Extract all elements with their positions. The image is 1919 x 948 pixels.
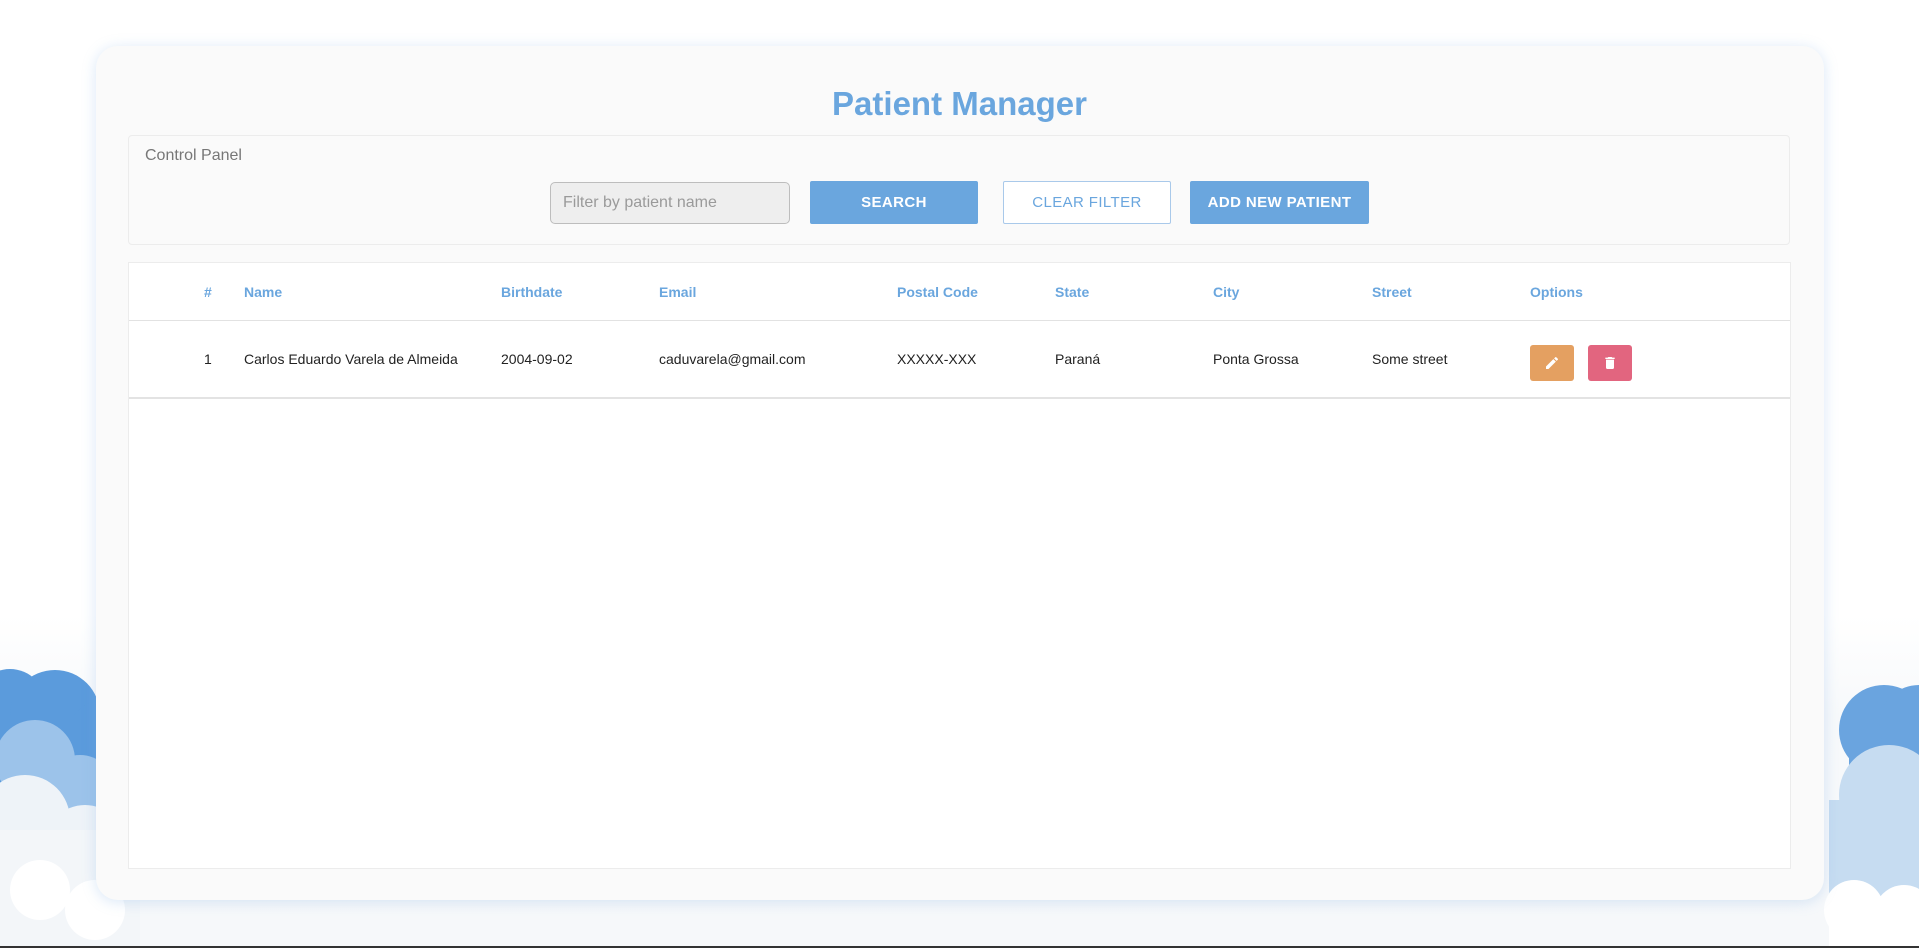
column-header-state: State xyxy=(1055,263,1213,321)
trash-icon xyxy=(1605,357,1615,369)
patients-table: # Name Birthdate Email Postal Code State… xyxy=(129,263,1790,399)
cell-state: Paraná xyxy=(1055,320,1213,399)
header-spacer xyxy=(129,263,204,321)
column-header-street: Street xyxy=(1372,263,1530,321)
cell-city: Ponta Grossa xyxy=(1213,320,1372,399)
column-header-index: # xyxy=(204,263,244,321)
column-header-options: Options xyxy=(1530,263,1790,321)
row-spacer xyxy=(129,320,204,399)
column-header-postal-code: Postal Code xyxy=(897,263,1055,321)
cell-birthdate: 2004-09-02 xyxy=(501,320,659,399)
cell-index: 1 xyxy=(204,320,244,399)
add-new-patient-button[interactable]: ADD NEW PATIENT xyxy=(1190,181,1369,224)
search-button[interactable]: SEARCH xyxy=(810,181,978,224)
cell-name: Carlos Eduardo Varela de Almeida xyxy=(244,320,501,399)
table-row: 1 Carlos Eduardo Varela de Almeida 2004-… xyxy=(129,320,1790,399)
column-header-birthdate: Birthdate xyxy=(501,263,659,321)
patients-table-container: # Name Birthdate Email Postal Code State… xyxy=(128,262,1791,869)
column-header-name: Name xyxy=(244,263,501,321)
edit-patient-button[interactable] xyxy=(1530,345,1574,381)
cell-options xyxy=(1530,320,1790,399)
delete-patient-button[interactable] xyxy=(1588,345,1632,381)
cell-postal-code: XXXXX-XXX xyxy=(897,320,1055,399)
column-header-email: Email xyxy=(659,263,897,321)
table-header-row: # Name Birthdate Email Postal Code State… xyxy=(129,263,1790,321)
cell-email: caduvarela@gmail.com xyxy=(659,320,897,399)
search-input[interactable] xyxy=(550,182,790,224)
app-root: Patient Manager Control Panel SEARCH CLE… xyxy=(0,0,1919,948)
cell-street: Some street xyxy=(1372,320,1530,399)
page-title: Patient Manager xyxy=(832,85,1087,122)
pencil-icon xyxy=(1546,356,1559,369)
clear-filter-button[interactable]: CLEAR FILTER xyxy=(1003,181,1171,224)
control-panel-label: Control Panel xyxy=(145,147,242,164)
column-header-city: City xyxy=(1213,263,1372,321)
